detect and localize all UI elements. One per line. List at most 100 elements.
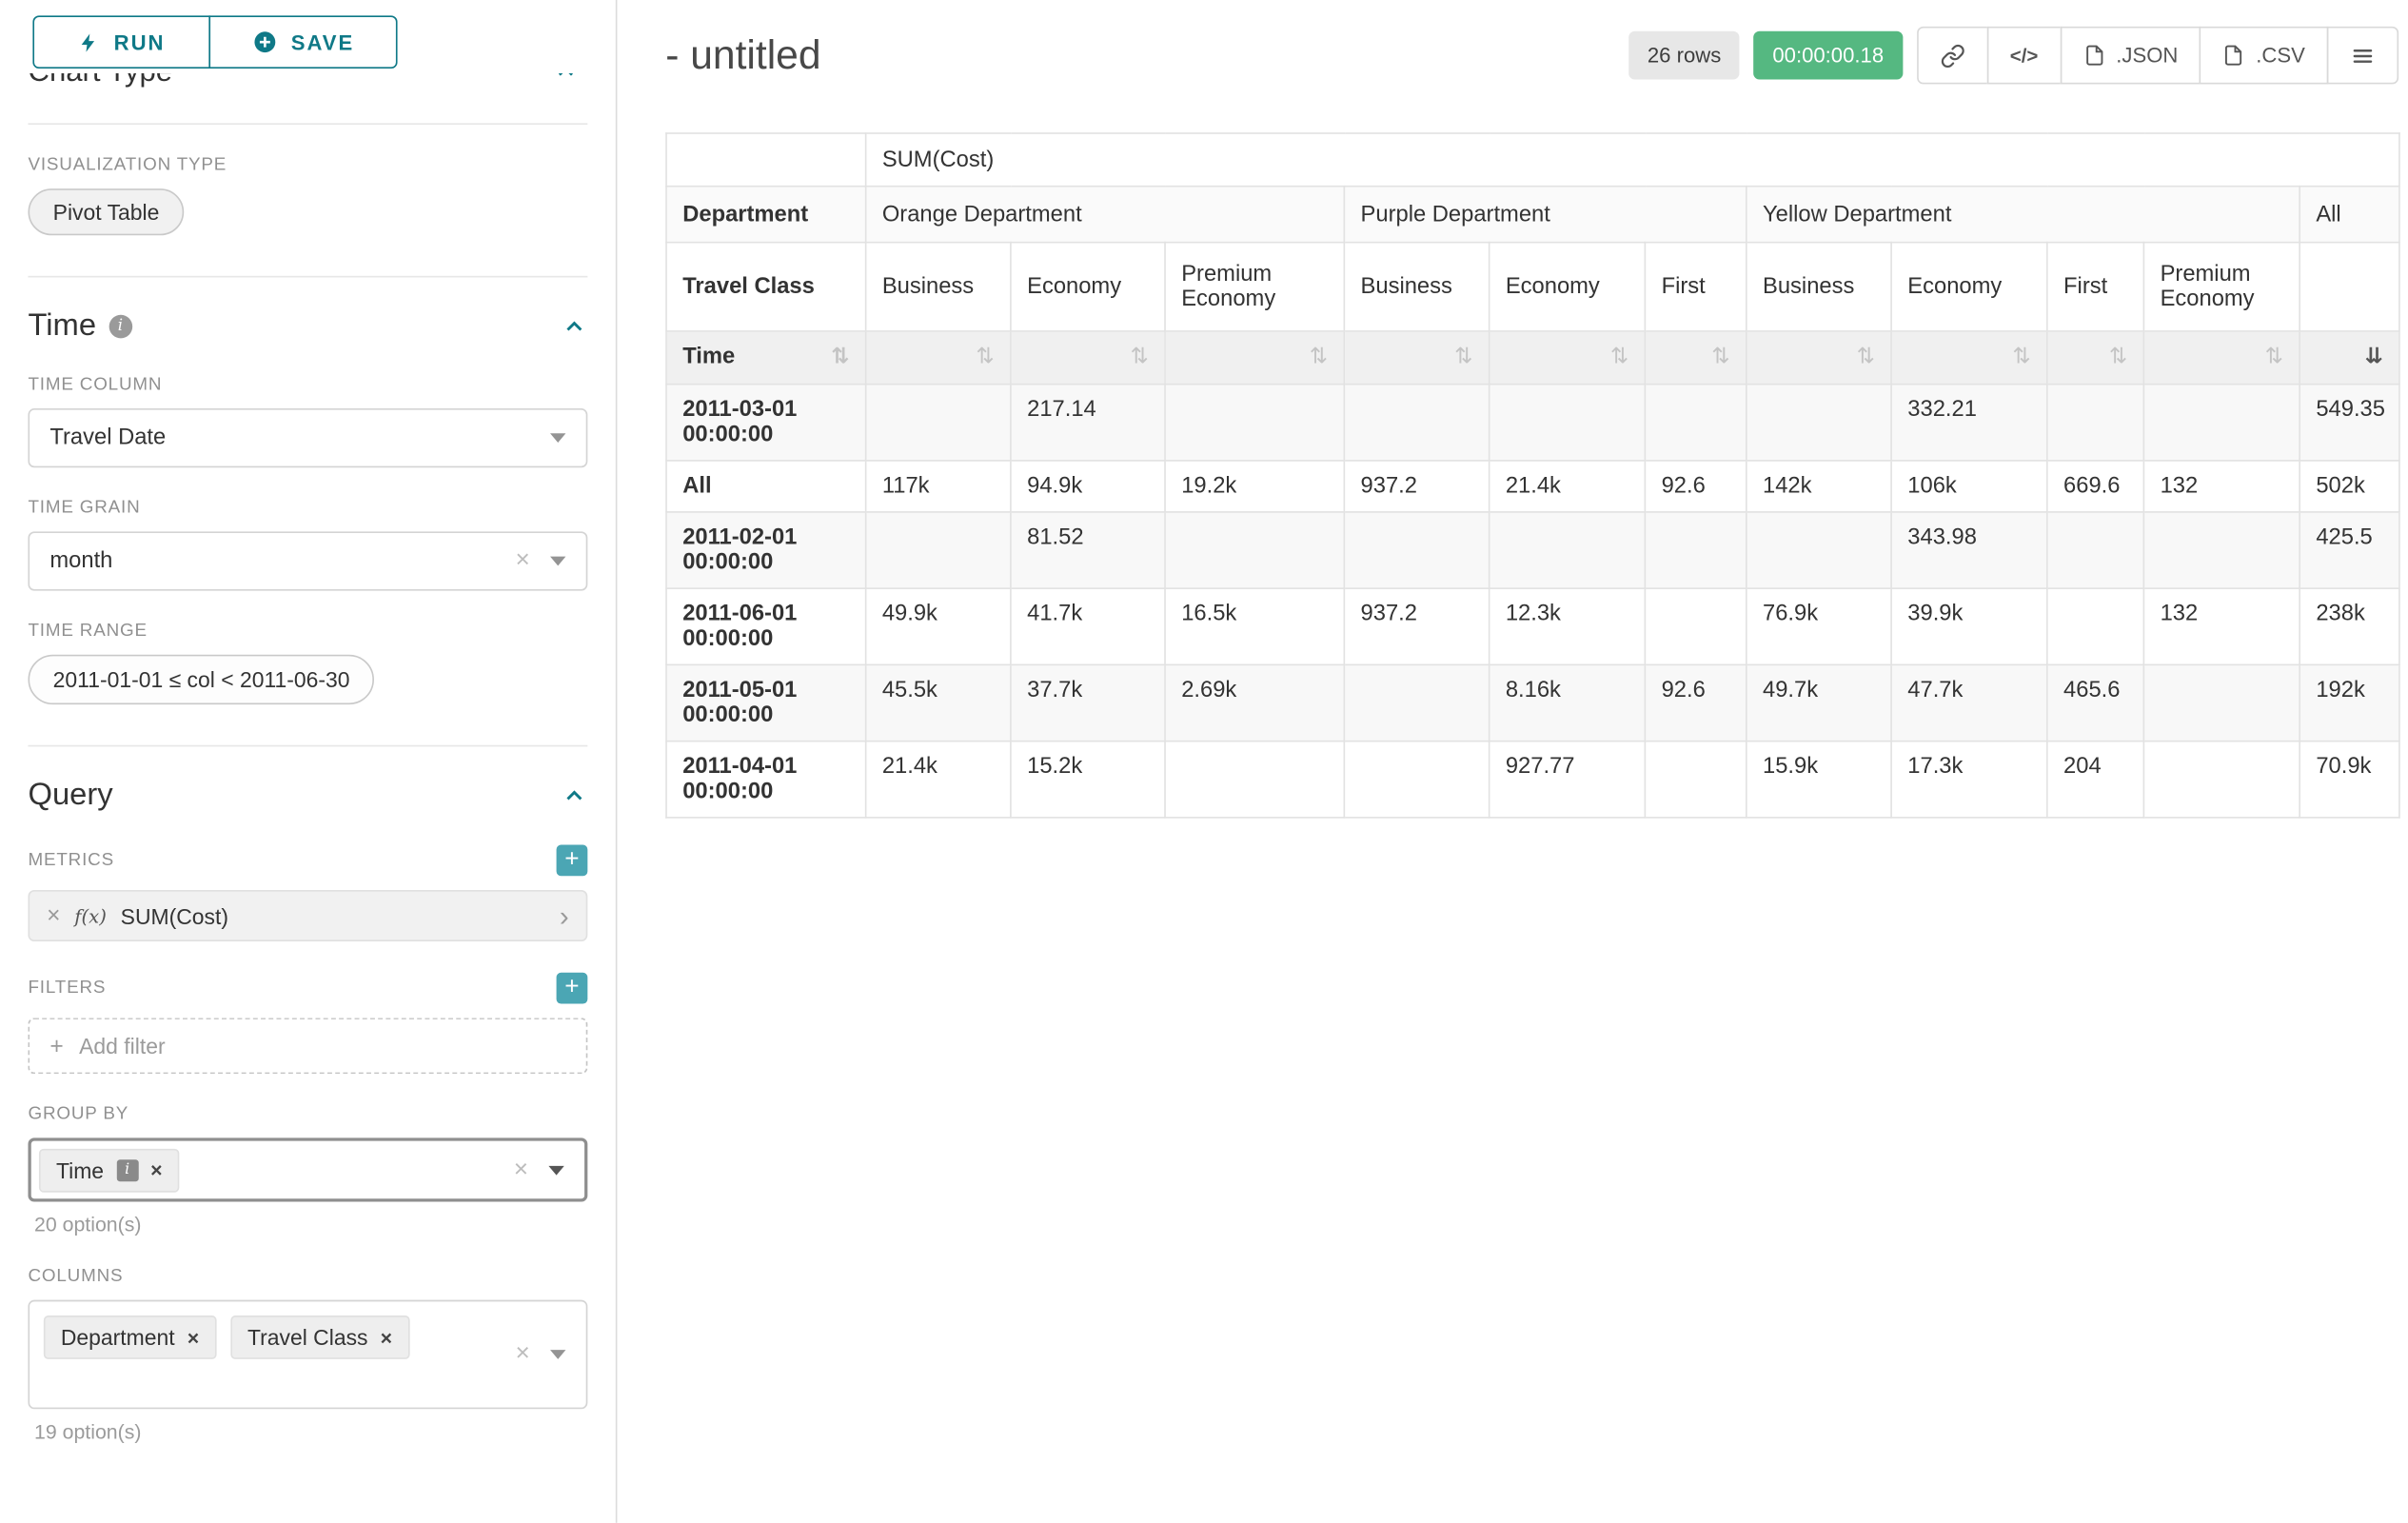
pivot-value-cell: 76.9k xyxy=(1747,588,1891,664)
sort-toggle-icon[interactable]: ⇅ xyxy=(1310,345,1328,371)
sort-toggle-icon[interactable]: ⇅ xyxy=(1711,345,1729,371)
clear-icon[interactable]: × xyxy=(514,1157,528,1182)
run-button[interactable]: RUN xyxy=(32,15,210,69)
group-by-select[interactable]: Time i × × xyxy=(28,1137,587,1201)
pivot-value-cell: 2.69k xyxy=(1165,664,1344,741)
collapse-query-section-button[interactable] xyxy=(562,782,588,809)
group-by-tag-label: Time xyxy=(56,1157,104,1182)
circled-plus-icon xyxy=(252,30,277,54)
pivot-value-cell: 502k xyxy=(2299,461,2399,512)
group-by-tag: Time i × xyxy=(39,1148,180,1192)
sort-toggle-icon[interactable]: ⇅ xyxy=(1131,345,1149,371)
group-by-label: GROUP BY xyxy=(28,1105,587,1124)
sort-cell: ⇅ xyxy=(2047,331,2144,385)
time-section-header: Time i xyxy=(28,308,587,345)
pivot-value-cell: 92.6 xyxy=(1645,664,1746,741)
save-button[interactable]: SAVE xyxy=(208,15,397,69)
pivot-value-cell xyxy=(1747,385,1891,461)
sort-descending-icon[interactable]: ⇊ xyxy=(2365,345,2383,371)
caret-down-icon xyxy=(550,557,565,566)
pivot-value-cell: 81.52 xyxy=(1011,512,1165,588)
column-header: Economy xyxy=(1011,243,1165,331)
file-icon xyxy=(2083,44,2105,68)
pivot-row-label: All xyxy=(666,461,866,512)
add-filter-plus-button[interactable]: + xyxy=(557,973,588,1004)
pivot-value-cell xyxy=(1747,512,1891,588)
time-range-label: TIME RANGE xyxy=(28,622,587,641)
export-csv-label: .CSV xyxy=(2256,44,2305,68)
column-header: Premium Economy xyxy=(2143,243,2299,331)
pivot-value-cell: 106k xyxy=(1891,461,2047,512)
pivot-value-cell: 12.3k xyxy=(1490,588,1646,664)
pivot-value-cell xyxy=(2143,512,2299,588)
pivot-value-cell xyxy=(1344,512,1489,588)
metric-header: SUM(Cost) xyxy=(866,133,2399,187)
pivot-value-cell: 21.4k xyxy=(1490,461,1646,512)
clear-icon[interactable]: × xyxy=(515,548,529,573)
explore-view: RUN SAVE Chart Type xyxy=(0,0,2408,1523)
time-grain-select[interactable]: month × xyxy=(28,531,587,590)
pivot-value-cell: 927.77 xyxy=(1490,742,1646,818)
metric-item[interactable]: × f(x) SUM(Cost) › xyxy=(28,890,587,941)
control-panel: RUN SAVE Chart Type xyxy=(0,0,617,1523)
sort-toggle-icon[interactable]: ⇅ xyxy=(1857,345,1875,371)
pivot-value-cell xyxy=(2047,512,2144,588)
chart-header-actions: 26 rows 00:00:00.18 </> xyxy=(1628,27,2398,85)
pivot-value-cell: 132 xyxy=(2143,588,2299,664)
plus-icon: + xyxy=(49,1033,63,1059)
time-column-select[interactable]: Travel Date xyxy=(28,408,587,467)
pivot-value-cell: 192k xyxy=(2299,664,2399,741)
columns-label: COLUMNS xyxy=(28,1267,587,1286)
clear-icon[interactable]: × xyxy=(515,1342,529,1367)
chevron-right-icon[interactable]: › xyxy=(560,901,569,929)
sort-toggle-icon[interactable]: ⇅ xyxy=(831,345,849,371)
add-filter-button[interactable]: + Add filter xyxy=(28,1018,587,1074)
column-header: Economy xyxy=(1490,243,1646,331)
chevron-up-icon xyxy=(562,782,588,809)
pivot-value-cell: 15.9k xyxy=(1747,742,1891,818)
caret-down-icon xyxy=(550,1350,565,1359)
more-options-menu-button[interactable] xyxy=(2327,27,2398,85)
pivot-value-cell: 937.2 xyxy=(1344,461,1489,512)
remove-tag-icon[interactable]: × xyxy=(150,1159,162,1179)
column-header: First xyxy=(1645,243,1746,331)
view-query-button[interactable]: </> xyxy=(1986,27,2062,85)
columns-select[interactable]: Department × Travel Class × × xyxy=(28,1300,587,1410)
sort-toggle-icon[interactable]: ⇅ xyxy=(2265,345,2283,371)
pivot-value-cell: 425.5 xyxy=(2299,512,2399,588)
filters-label: FILTERS xyxy=(28,979,106,998)
pivot-value-cell xyxy=(2047,588,2144,664)
sort-toggle-icon[interactable]: ⇅ xyxy=(2109,345,2127,371)
add-metric-button[interactable]: + xyxy=(557,845,588,877)
sort-toggle-icon[interactable]: ⇅ xyxy=(977,345,995,371)
visualization-type-pill[interactable]: Pivot Table xyxy=(28,188,184,235)
pivot-value-cell: 70.9k xyxy=(2299,742,2399,818)
run-button-label: RUN xyxy=(114,30,166,54)
sort-cell: ⇅ xyxy=(1891,331,2047,385)
caret-down-icon xyxy=(550,433,565,443)
sort-toggle-icon[interactable]: ⇅ xyxy=(1454,345,1472,371)
time-column-label: TIME COLUMN xyxy=(28,376,587,395)
pivot-value-cell xyxy=(2143,385,2299,461)
query-section-header: Query xyxy=(28,778,587,814)
chart-panel: - untitled 26 rows 00:00:00.18 </> xyxy=(617,0,2407,1523)
sort-cell: ⇅ xyxy=(2143,331,2299,385)
time-range-pill[interactable]: 2011-01-01 ≤ col < 2011-06-30 xyxy=(28,655,374,704)
metrics-label: METRICS xyxy=(28,851,113,870)
pivot-value-cell: 94.9k xyxy=(1011,461,1165,512)
remove-tag-icon[interactable]: × xyxy=(188,1327,199,1347)
chevron-up-icon[interactable] xyxy=(553,73,578,92)
pivot-value-cell xyxy=(1344,385,1489,461)
sort-toggle-icon[interactable]: ⇅ xyxy=(2012,345,2030,371)
sort-toggle-icon[interactable]: ⇅ xyxy=(1610,345,1628,371)
pivot-row-label: 2011-03-01 00:00:00 xyxy=(666,385,866,461)
scrolled-section-heading: Chart Type xyxy=(28,73,587,109)
function-icon: f(x) xyxy=(74,905,107,927)
short-link-button[interactable] xyxy=(1917,27,1988,85)
chart-header: - untitled 26 rows 00:00:00.18 </> xyxy=(665,27,2398,85)
export-csv-button[interactable]: .CSV xyxy=(2200,27,2328,85)
remove-metric-icon[interactable]: × xyxy=(47,904,60,928)
remove-tag-icon[interactable]: × xyxy=(381,1327,392,1347)
collapse-time-section-button[interactable] xyxy=(562,313,588,340)
export-json-button[interactable]: .JSON xyxy=(2060,27,2201,85)
